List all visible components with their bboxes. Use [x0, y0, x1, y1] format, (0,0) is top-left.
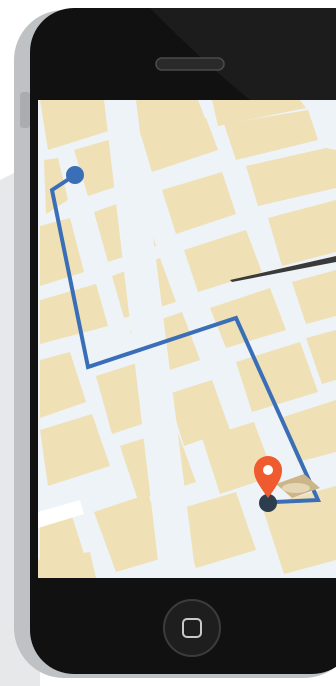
speaker-slot-icon [155, 57, 225, 71]
home-button [163, 599, 221, 657]
phone-graphic [0, 0, 336, 686]
side-button [20, 92, 30, 128]
map-screen [38, 100, 336, 578]
route-start-dot-icon [66, 166, 84, 184]
phone-illustration [0, 0, 336, 686]
